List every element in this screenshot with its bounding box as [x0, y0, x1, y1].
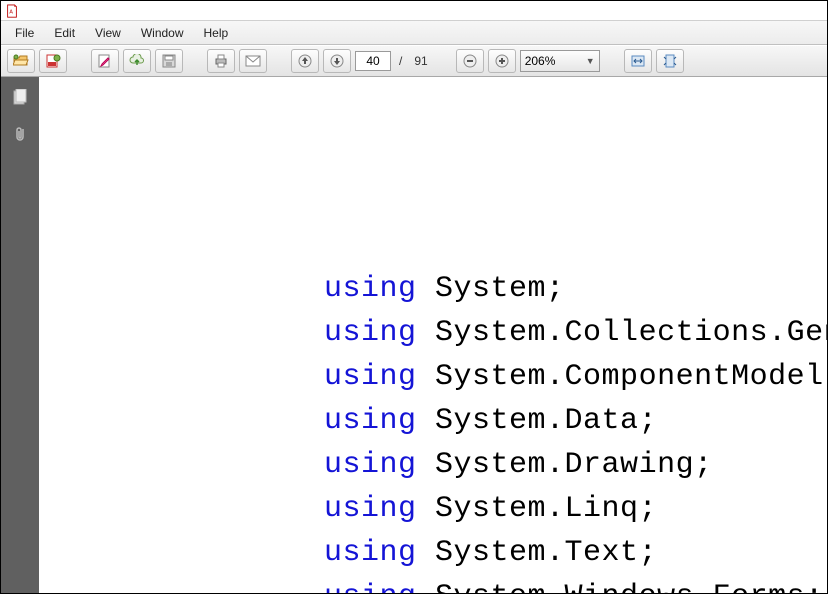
code-line: using System.Text; [324, 531, 827, 575]
cloud-upload-icon [129, 54, 145, 68]
page-separator: / [395, 54, 406, 68]
document-view[interactable]: using System; using System.Collections.G… [39, 77, 827, 593]
menu-bar: File Edit View Window Help [1, 21, 827, 45]
arrow-up-icon [298, 54, 312, 68]
document-content: using System; using System.Collections.G… [39, 77, 827, 593]
code-line: using System.Data; [324, 399, 827, 443]
code-line: using System.ComponentModel; [324, 355, 827, 399]
code-line: using System.Drawing; [324, 443, 827, 487]
create-pdf-button[interactable] [39, 49, 67, 73]
pdf-icon: A [5, 4, 19, 18]
chevron-down-icon: ▼ [586, 56, 595, 66]
open-folder-button[interactable] [7, 49, 35, 73]
code-line: using System.Linq; [324, 487, 827, 531]
menu-edit[interactable]: Edit [46, 23, 83, 43]
pages-panel-button[interactable] [9, 87, 31, 109]
envelope-icon [245, 55, 261, 67]
fit-width-button[interactable] [624, 49, 652, 73]
current-page-input[interactable] [355, 51, 391, 71]
menu-window[interactable]: Window [133, 23, 192, 43]
code-line: using System; [324, 267, 827, 311]
print-icon [213, 54, 229, 68]
menu-view[interactable]: View [87, 23, 129, 43]
zoom-in-button[interactable] [488, 49, 516, 73]
fit-page-icon [662, 54, 678, 68]
side-panel [1, 77, 39, 593]
page-up-button[interactable] [291, 49, 319, 73]
pages-icon [11, 89, 29, 107]
code-line: using System.Windows.Forms; [324, 575, 827, 593]
main-area: using System; using System.Collections.G… [1, 77, 827, 593]
attachments-panel-button[interactable] [9, 123, 31, 145]
fit-page-button[interactable] [656, 49, 684, 73]
code-line: using System.Collections.Gene [324, 311, 827, 355]
edit-button[interactable] [91, 49, 119, 73]
minus-icon [463, 54, 477, 68]
svg-text:A: A [9, 9, 13, 15]
create-pdf-icon [45, 54, 61, 68]
title-bar: A [1, 1, 827, 21]
email-button[interactable] [239, 49, 267, 73]
plus-icon [495, 54, 509, 68]
fit-width-icon [630, 54, 646, 68]
save-button[interactable] [155, 49, 183, 73]
paperclip-icon [12, 125, 28, 143]
upload-button[interactable] [123, 49, 151, 73]
zoom-value: 206% [525, 54, 556, 68]
menu-file[interactable]: File [7, 23, 42, 43]
total-pages: 91 [410, 54, 431, 68]
zoom-out-button[interactable] [456, 49, 484, 73]
print-button[interactable] [207, 49, 235, 73]
page-down-button[interactable] [323, 49, 351, 73]
save-icon [161, 54, 177, 68]
menu-help[interactable]: Help [196, 23, 237, 43]
edit-page-icon [97, 54, 113, 68]
folder-open-icon [13, 54, 29, 68]
arrow-down-icon [330, 54, 344, 68]
zoom-select[interactable]: 206% ▼ [520, 50, 600, 72]
toolbar: / 91 206% ▼ [1, 45, 827, 77]
